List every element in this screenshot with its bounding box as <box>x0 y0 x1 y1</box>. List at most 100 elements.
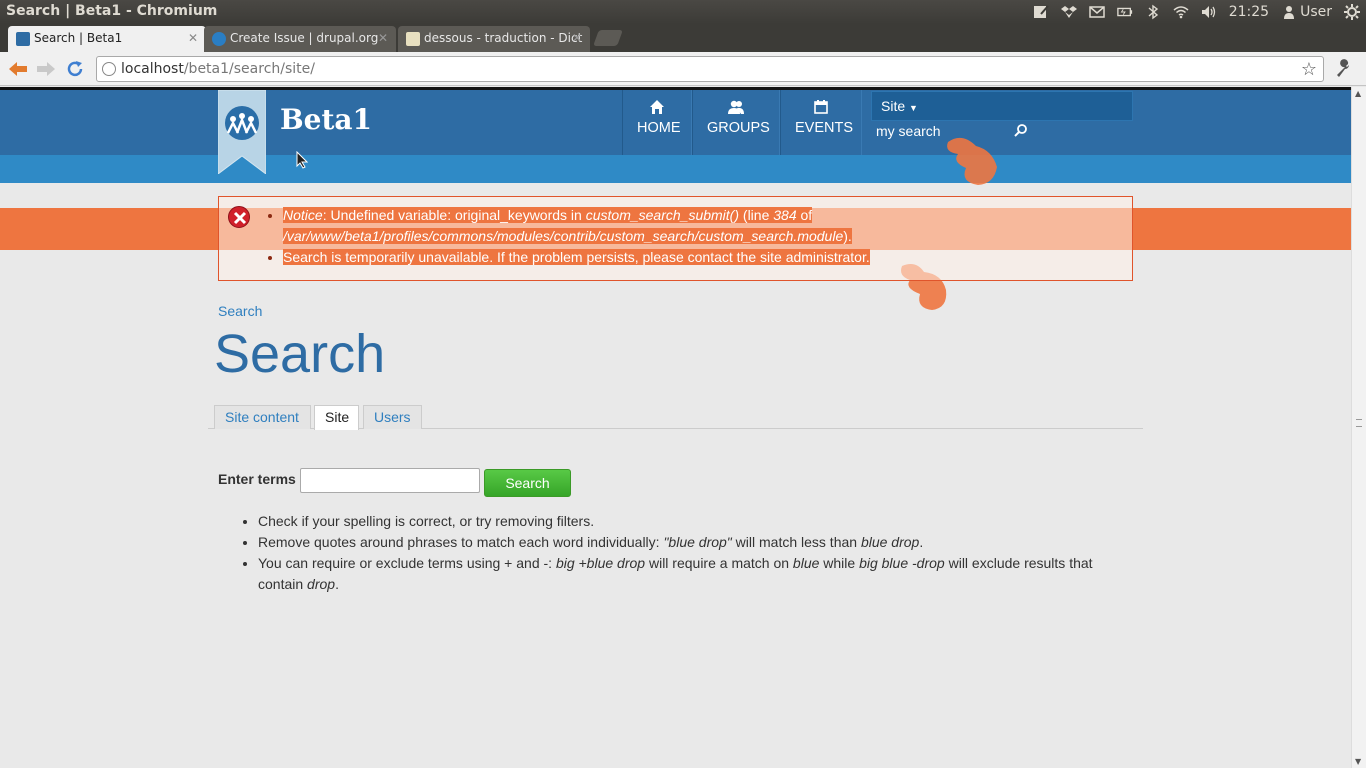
page-viewport: Beta1 HOME GROUPS EVENTS Site ▼ my searc… <box>0 87 1351 768</box>
error-unavailable: Search is temporarily unavailable. If th… <box>283 247 1127 268</box>
notice-text: : Undefined variable: original_keywords … <box>322 207 586 223</box>
notice-function: custom_search_submit() <box>585 207 740 223</box>
dropbox-icon[interactable] <box>1060 4 1077 20</box>
search-tips: Check if your spelling is correct, or tr… <box>258 511 1138 595</box>
tip-item: You can require or exclude terms using +… <box>258 553 1138 595</box>
wordreference-favicon-icon <box>406 32 420 46</box>
back-arrow-icon <box>9 62 27 76</box>
clock[interactable]: 21:25 <box>1229 4 1269 20</box>
error-messages: Notice: Undefined variable: original_key… <box>218 196 1133 281</box>
notice-path: /var/www/beta1/profiles/commons/modules/… <box>283 228 844 244</box>
tip-emph: blue <box>792 555 820 571</box>
forward-button[interactable] <box>35 58 57 80</box>
volume-icon[interactable] <box>1201 4 1217 20</box>
tip-text: . <box>919 534 924 550</box>
bluetooth-icon[interactable] <box>1145 4 1161 20</box>
groups-icon <box>728 100 744 114</box>
user-name[interactable]: User <box>1300 4 1332 20</box>
tip-text: will require a match on <box>645 555 793 571</box>
tip-text: while <box>819 555 860 571</box>
close-tab-icon[interactable]: ✕ <box>188 31 198 45</box>
reload-icon <box>67 61 83 77</box>
error-list: Notice: Undefined variable: original_key… <box>267 205 1127 268</box>
tip-text: . <box>335 576 339 592</box>
nav-groups[interactable]: GROUPS <box>692 90 780 155</box>
browser-tab-search[interactable]: Search | Beta1 ✕ <box>8 26 206 52</box>
url-host: localhost <box>121 61 184 77</box>
search-terms-label: Enter terms <box>218 471 296 487</box>
main-nav: HOME GROUPS EVENTS <box>622 90 862 155</box>
beta1-favicon-icon <box>16 32 30 46</box>
browser-toolbar: localhost/beta1/search/site/ ☆ <box>0 52 1366 86</box>
tab-users[interactable]: Users <box>363 405 422 429</box>
browser-tab-drupal[interactable]: Create Issue | drupal.org ✕ <box>204 26 396 52</box>
tab-strip: Search | Beta1 ✕ Create Issue | drupal.o… <box>0 24 1366 52</box>
search-icon[interactable] <box>1014 123 1028 137</box>
search-terms-input[interactable] <box>300 468 480 493</box>
header-search-input[interactable]: my search <box>876 123 941 139</box>
tip-item: Check if your spelling is correct, or tr… <box>258 511 1138 532</box>
notice-end: ). <box>843 228 852 244</box>
search-button[interactable]: Search <box>484 469 571 497</box>
site-logo[interactable] <box>217 89 267 175</box>
mail-icon[interactable] <box>1088 4 1105 20</box>
mouse-cursor-icon <box>296 151 308 169</box>
nav-home[interactable]: HOME <box>622 90 692 155</box>
tab-site[interactable]: Site <box>314 405 359 430</box>
scroll-down-icon[interactable]: ▼ <box>1355 757 1361 766</box>
site-subbar <box>0 155 1351 183</box>
user-icon[interactable] <box>1281 4 1297 20</box>
notes-icon[interactable] <box>1033 4 1049 20</box>
tab-site-content[interactable]: Site content <box>214 405 311 429</box>
home-icon <box>650 100 664 114</box>
tip-emph: big blue -drop <box>859 555 945 571</box>
browser-tab-dictionary[interactable]: dessous - traduction - Dict ✕ <box>398 26 590 52</box>
error-notice: Notice: Undefined variable: original_key… <box>283 205 1127 247</box>
page-scrollbar[interactable]: ▲ ▼ <box>1351 87 1366 768</box>
page-title: Search <box>214 324 386 384</box>
nav-events[interactable]: EVENTS <box>780 90 862 155</box>
calendar-icon <box>814 100 828 114</box>
nav-home-label: HOME <box>637 120 681 136</box>
breadcrumb[interactable]: Search <box>218 303 262 319</box>
header-search-scope-box[interactable]: Site ▼ <box>871 91 1133 121</box>
tip-emph: blue drop <box>860 534 920 550</box>
close-tab-icon[interactable]: ✕ <box>378 31 388 45</box>
page-info-icon[interactable] <box>102 62 116 76</box>
battery-icon[interactable] <box>1116 4 1133 20</box>
search-tabs: Site content Site Users <box>208 405 1143 430</box>
tab-title: Create Issue | drupal.org <box>230 31 379 45</box>
notice-line-prefix: (line <box>739 207 774 223</box>
tip-emph: "blue drop" <box>663 534 732 550</box>
drupal-favicon-icon <box>212 32 226 46</box>
tip-emph: big +blue drop <box>555 555 646 571</box>
forward-arrow-icon <box>37 62 55 76</box>
nav-events-label: EVENTS <box>795 120 854 136</box>
reload-button[interactable] <box>64 58 86 80</box>
bookmark-star-icon[interactable]: ☆ <box>1301 59 1317 80</box>
system-tray: 21:25 User <box>1033 0 1360 24</box>
scroll-thumb[interactable] <box>1356 419 1362 427</box>
wifi-icon[interactable] <box>1173 4 1189 20</box>
url-text[interactable]: localhost/beta1/search/site/ <box>121 61 315 77</box>
nav-groups-label: GROUPS <box>707 120 770 136</box>
paint-blot-decoration <box>947 137 997 185</box>
window-title: Search | Beta1 - Chromium <box>6 3 218 19</box>
site-name[interactable]: Beta1 <box>280 103 372 136</box>
os-top-bar: Search | Beta1 - Chromium 21:25 User <box>0 0 1366 24</box>
tip-text: Remove quotes around phrases to match ea… <box>258 534 664 550</box>
unavailable-text: Search is temporarily unavailable. If th… <box>283 249 870 265</box>
address-bar[interactable]: localhost/beta1/search/site/ ☆ <box>96 56 1324 82</box>
power-gear-icon[interactable] <box>1344 4 1360 20</box>
notice-line-number: 384 <box>773 207 797 223</box>
notice-prefix: Notice <box>283 207 323 223</box>
close-tab-icon[interactable]: ✕ <box>572 31 582 45</box>
search-scope-label: Site <box>881 98 906 114</box>
tip-text: will match less than <box>731 534 861 550</box>
error-icon <box>228 206 250 228</box>
tab-title: dessous - traduction - Dict <box>424 31 583 45</box>
back-button[interactable] <box>7 58 29 80</box>
scroll-up-icon[interactable]: ▲ <box>1355 89 1361 98</box>
settings-wrench-icon[interactable] <box>1334 58 1354 78</box>
search-scope-select[interactable]: Site ▼ <box>881 98 918 114</box>
